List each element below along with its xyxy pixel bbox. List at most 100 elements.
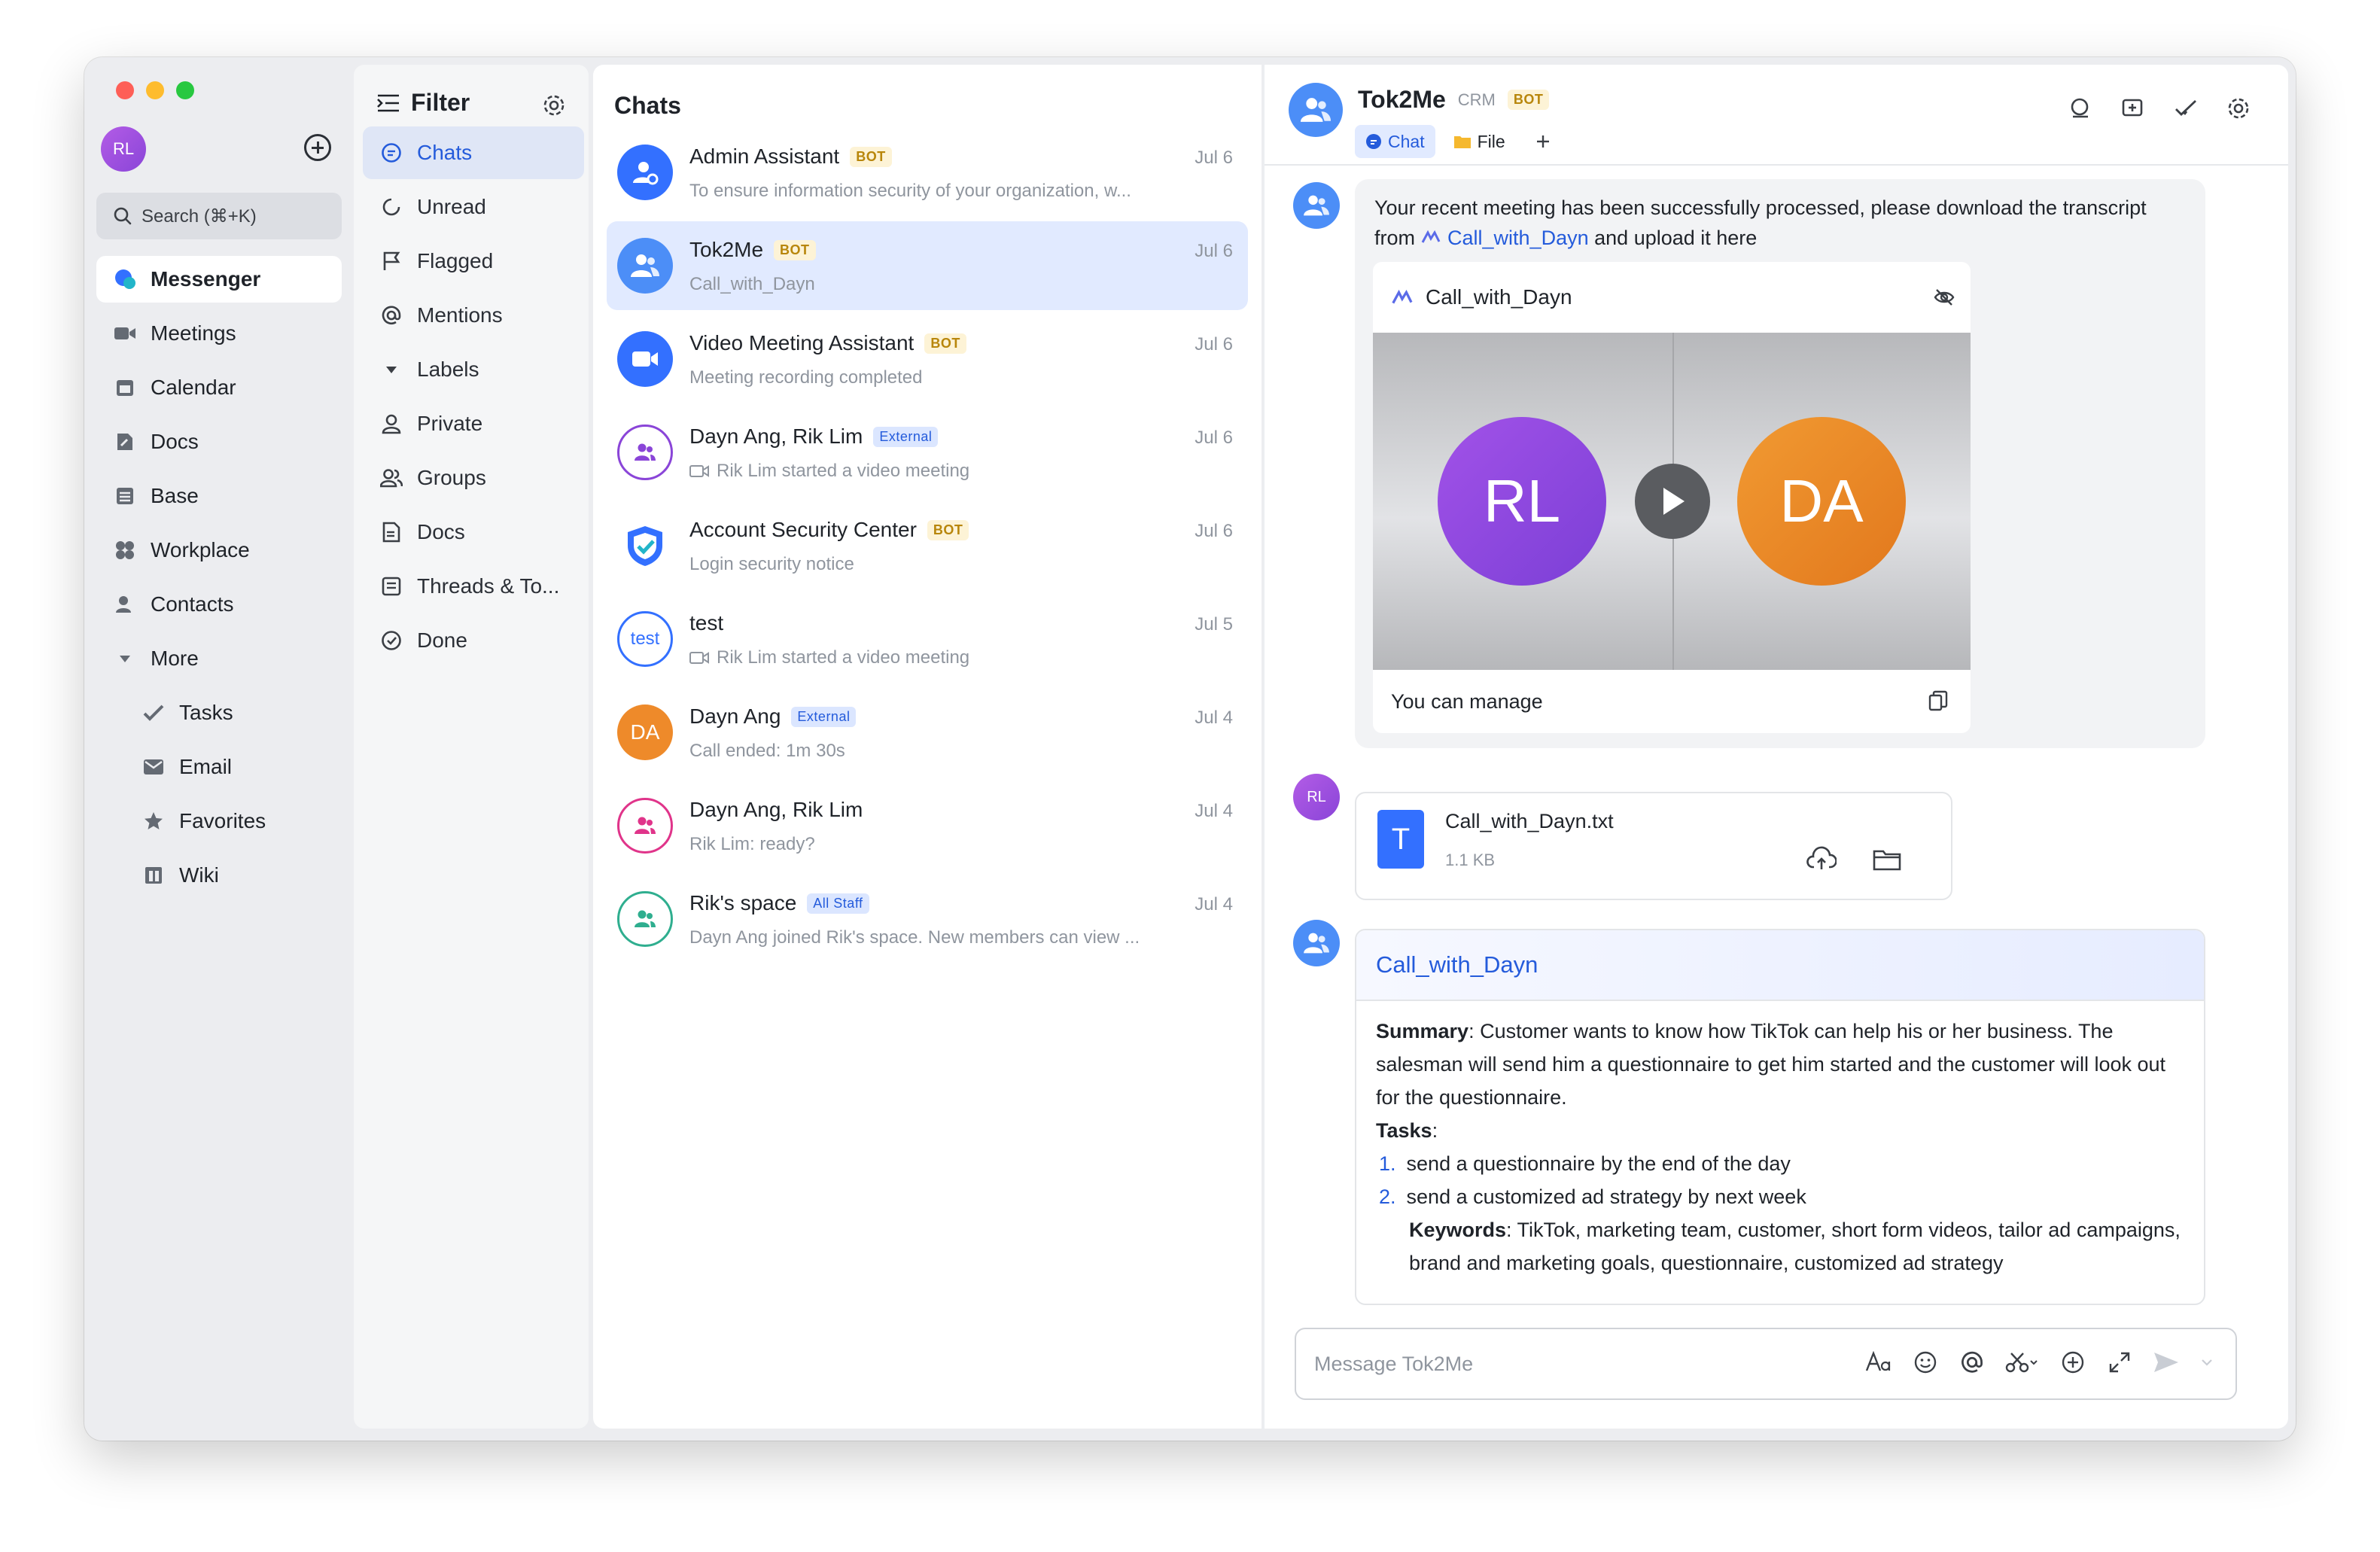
nav-item-email[interactable]: Email	[96, 744, 342, 790]
caret-down-icon	[113, 647, 137, 671]
group-avatar-icon	[617, 798, 673, 854]
file-attachment-card[interactable]: T Call_with_Dayn.txt 1.1 KB	[1355, 792, 1952, 900]
summary-title[interactable]: Call_with_Dayn	[1356, 930, 2204, 1001]
task-text: send a customized ad strategy by next we…	[1406, 1185, 1806, 1208]
expand-icon[interactable]	[2106, 1349, 2133, 1376]
text-format-icon[interactable]	[1865, 1349, 1892, 1376]
filter-item-chats[interactable]: Chats	[363, 126, 584, 179]
bot-tag: BOT	[924, 333, 966, 354]
create-button[interactable]	[304, 134, 331, 161]
conversation-panel: Tok2Me CRM BOT Chat File Your recent mee…	[1263, 65, 2288, 1429]
chat-preview: Call ended: 1m 30s	[689, 741, 845, 761]
add-tab-button[interactable]	[1523, 125, 1563, 158]
chat-item-dayn-ang[interactable]: DA Dayn Ang External Call ended: 1m 30s J…	[607, 688, 1248, 777]
filter-item-private[interactable]: Private	[363, 397, 584, 450]
send-icon[interactable]	[2153, 1349, 2180, 1376]
chat-item-dayn-rik-2[interactable]: Dayn Ang, Rik Lim Rik Lim: ready? Jul 4	[607, 781, 1248, 870]
nav-item-calendar[interactable]: Calendar	[96, 364, 342, 411]
emoji-icon[interactable]	[1912, 1349, 1939, 1376]
filter-item-docs[interactable]: Docs	[363, 506, 584, 558]
chat-item-riks-space[interactable]: Rik's space All Staff Dayn Ang joined Rik…	[607, 875, 1248, 963]
chat-item-admin-assistant[interactable]: Admin Assistant BOT To ensure information…	[607, 128, 1248, 217]
screenshot-scissors-icon[interactable]	[2005, 1349, 2040, 1376]
filter-item-labels[interactable]: Labels	[363, 343, 584, 396]
filter-item-mentions[interactable]: Mentions	[363, 289, 584, 342]
chat-item-account-security[interactable]: Account Security Center BOT Login securit…	[607, 501, 1248, 590]
hide-eye-icon[interactable]	[1933, 286, 1955, 314]
filter-item-unread[interactable]: Unread	[363, 181, 584, 233]
nav-item-workplace[interactable]: Workplace	[96, 527, 342, 574]
chat-date: Jul 6	[1195, 148, 1233, 168]
save-to-cloud-icon[interactable]	[1806, 846, 1837, 875]
play-icon[interactable]	[1635, 464, 1710, 539]
nav-label: Tasks	[179, 701, 233, 724]
workplace-icon	[113, 538, 137, 562]
nav-label: Email	[179, 755, 233, 778]
plus-circle-icon[interactable]	[2059, 1349, 2086, 1376]
chat-date: Jul 6	[1195, 428, 1233, 448]
recording-card[interactable]: Call_with_Dayn RL DA You can manage	[1373, 262, 1971, 733]
search-box[interactable]: Search (⌘+K)	[96, 193, 342, 239]
copy-icon[interactable]	[1927, 689, 1949, 717]
bot-avatar-icon[interactable]	[1293, 920, 1340, 966]
chat-date: Jul 4	[1195, 894, 1233, 914]
nav-item-more[interactable]: More	[96, 635, 342, 682]
filter-label: Labels	[417, 358, 479, 381]
filter-panel: Filter Chats Unread Flagged Mentions Lab…	[354, 65, 589, 1429]
search-chat-icon[interactable]	[2067, 95, 2094, 122]
chat-item-video-meeting-assistant[interactable]: Video Meeting Assistant BOT Meeting recor…	[607, 315, 1248, 403]
checkmark-icon	[142, 701, 166, 725]
chat-item-tok2me[interactable]: Tok2Me BOT Call_with_Dayn Jul 6	[607, 221, 1248, 310]
chat-item-test[interactable]: test test Rik Lim started a video meetin…	[607, 595, 1248, 683]
conversation-header: Tok2Me CRM BOT Chat File	[1265, 65, 2288, 166]
filter-item-flagged[interactable]: Flagged	[363, 235, 584, 288]
nav-item-base[interactable]: Base	[96, 473, 342, 519]
chat-name: Dayn Ang	[689, 704, 781, 728]
message-composer[interactable]: Message Tok2Me	[1295, 1328, 2237, 1400]
filter-header[interactable]: Filter	[376, 89, 470, 117]
filter-label: Groups	[417, 466, 486, 489]
mention-icon[interactable]	[1958, 1349, 1986, 1376]
tab-file[interactable]: File	[1443, 125, 1516, 158]
transcript-link[interactable]: Call_with_Dayn	[1421, 227, 1595, 249]
nav-item-messenger[interactable]: Messenger	[96, 256, 342, 303]
chat-bubble-icon	[1366, 134, 1381, 149]
chat-date: Jul 5	[1195, 614, 1233, 634]
nav-item-meetings[interactable]: Meetings	[96, 310, 342, 357]
nav-label: Messenger	[151, 267, 261, 291]
calendar-icon	[113, 376, 137, 400]
link-text: Call_with_Dayn	[1447, 227, 1589, 249]
user-avatar[interactable]: RL	[1293, 774, 1340, 820]
filter-label: Done	[417, 628, 467, 652]
group-avatar-icon	[617, 425, 673, 480]
nav-item-docs[interactable]: Docs	[96, 418, 342, 465]
tab-label: Chat	[1388, 131, 1425, 151]
filter-item-done[interactable]: Done	[363, 614, 584, 667]
send-options-chevron-icon[interactable]	[2199, 1349, 2214, 1376]
open-folder-icon[interactable]	[1873, 848, 1901, 875]
settings-gear-icon[interactable]	[2225, 95, 2252, 122]
nav-item-contacts[interactable]: Contacts	[96, 581, 342, 628]
nav-label: Calendar	[151, 376, 236, 399]
user-avatar[interactable]: RL	[101, 126, 146, 172]
chat-item-dayn-rik[interactable]: Dayn Ang, Rik Lim External Rik Lim starte…	[607, 408, 1248, 497]
chat-name: Admin Assistant	[689, 145, 840, 168]
nav-label: Contacts	[151, 592, 234, 616]
tab-chat[interactable]: Chat	[1355, 125, 1435, 158]
nav-item-tasks[interactable]: Tasks	[96, 689, 342, 736]
nav-item-favorites[interactable]: Favorites	[96, 798, 342, 844]
tasks-check-icon[interactable]	[2172, 95, 2199, 122]
app-sidebar: RL Search (⌘+K) Messenger Meetings Calen…	[84, 57, 352, 1441]
bot-avatar-icon[interactable]	[1293, 182, 1340, 229]
chat-date: Jul 6	[1195, 521, 1233, 541]
chat-preview: Meeting recording completed	[689, 367, 923, 388]
add-to-chat-icon[interactable]	[2120, 95, 2147, 122]
filter-item-threads[interactable]: Threads & To...	[363, 560, 584, 613]
filter-item-groups[interactable]: Groups	[363, 452, 584, 504]
filter-settings-icon[interactable]	[542, 93, 566, 121]
group-avatar-icon[interactable]	[1289, 83, 1343, 137]
meeting-summary-card: Call_with_Dayn Summary: Customer wants t…	[1355, 929, 2205, 1305]
all-staff-tag: All Staff	[807, 893, 869, 914]
nav-item-wiki[interactable]: Wiki	[96, 852, 342, 899]
video-thumbnail[interactable]: RL DA	[1373, 333, 1971, 670]
